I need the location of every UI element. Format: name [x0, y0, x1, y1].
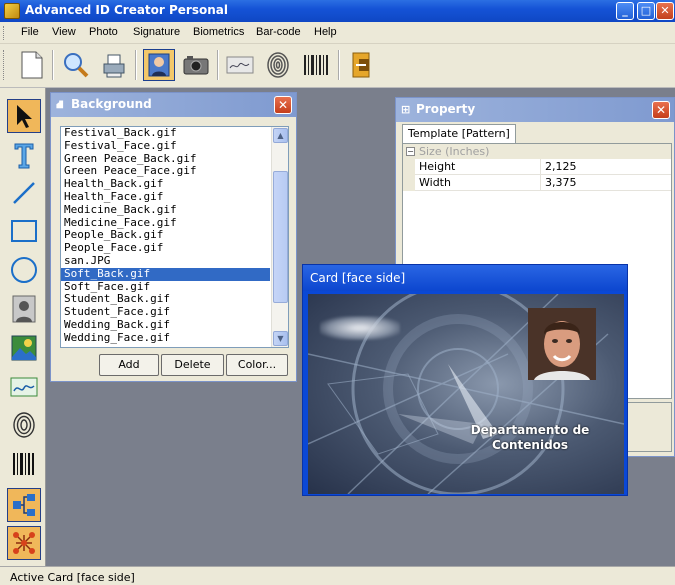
barcode-tool-icon[interactable] [7, 447, 41, 481]
fingerprint-tool-icon[interactable] [7, 408, 41, 442]
list-item[interactable]: Wedding_Face.gif [61, 331, 270, 345]
tool-palette [0, 88, 46, 566]
toolbar-separator [338, 50, 340, 80]
add-button[interactable]: Add [99, 354, 159, 376]
title-bar: Advanced ID Creator Personal _ □ ✕ [0, 0, 675, 22]
exit-icon[interactable] [346, 49, 378, 81]
toolbar-grip [3, 50, 6, 80]
status-text: Active Card [face side] [10, 571, 135, 584]
signature-icon[interactable] [224, 49, 256, 81]
status-bar: Active Card [face side] [0, 566, 675, 585]
maximize-button[interactable]: □ [637, 2, 655, 20]
property-panel-icon: ⊞ [401, 103, 411, 116]
category-label: Size (Inches) [419, 145, 490, 158]
property-value[interactable]: 3,375 [545, 175, 577, 190]
image-tool-icon[interactable] [7, 331, 41, 365]
app-icon [4, 3, 20, 19]
background-panel-title-bar: ⛘ Background ✕ [51, 93, 296, 117]
menu-file[interactable]: File [21, 26, 39, 38]
property-category[interactable]: − Size (Inches) [403, 144, 671, 159]
list-item[interactable]: Wedding_Back.gif [61, 318, 270, 332]
background-file-list[interactable]: Festival_Back.gif Festival_Face.gif Green … [60, 126, 289, 348]
rectangle-tool-icon[interactable] [7, 214, 41, 248]
property-panel-title-bar: ⊞ Property ✕ [396, 98, 674, 122]
card-name-placeholder [320, 316, 400, 340]
background-panel-icon: ⛘ [56, 98, 64, 111]
menu-biometrics[interactable]: Biometrics [193, 26, 244, 38]
pointer-tool-icon[interactable] [7, 99, 41, 133]
property-name: Height [403, 159, 541, 175]
collapse-icon[interactable]: − [406, 147, 415, 156]
menu-bar: File View Photo Signature Biometrics Bar… [0, 22, 675, 44]
structure-tool-icon[interactable] [7, 526, 41, 560]
list-item[interactable]: san.JPG [61, 254, 270, 268]
property-row-height[interactable]: Height 2,125 [403, 159, 671, 175]
background-panel: ⛘ Background ✕ Festival_Back.gif Festival… [50, 92, 297, 382]
signature-tool-icon[interactable] [7, 370, 41, 404]
card-department-text: Departamento de Contenidos [470, 423, 590, 452]
fingerprint-icon[interactable] [262, 49, 294, 81]
list-item[interactable]: Health_Face.gif [61, 190, 270, 204]
scroll-down-icon[interactable]: ▼ [273, 331, 288, 346]
card-face-preview[interactable]: Departamento de Contenidos [308, 294, 624, 494]
scroll-thumb[interactable] [273, 171, 288, 303]
toolbar-separator [217, 50, 219, 80]
new-document-icon[interactable] [16, 49, 48, 81]
card-window: Card [face side] Departamento de Conteni… [302, 264, 628, 496]
toolbar-separator [52, 50, 54, 80]
menu-barcode[interactable]: Bar-code [256, 26, 301, 38]
person-card-icon[interactable] [143, 49, 175, 81]
property-panel-close-button[interactable]: ✕ [652, 101, 670, 119]
text-tool-icon[interactable] [7, 138, 41, 172]
list-item[interactable]: Soft_Back.gif [61, 267, 270, 281]
menu-signature[interactable]: Signature [133, 26, 180, 38]
scroll-up-icon[interactable]: ▲ [273, 128, 288, 143]
menu-help[interactable]: Help [314, 26, 337, 38]
barcode-icon[interactable] [300, 49, 332, 81]
toolbar [0, 44, 675, 88]
minimize-button[interactable]: _ [616, 2, 634, 20]
property-row-width[interactable]: Width 3,375 [403, 175, 671, 191]
tab-template-pattern[interactable]: Template [Pattern] [402, 124, 516, 143]
search-icon[interactable] [60, 49, 92, 81]
layers-tool-icon[interactable] [7, 488, 41, 522]
background-panel-close-button[interactable]: ✕ [274, 96, 292, 114]
toolbar-separator [135, 50, 137, 80]
color-button[interactable]: Color... [226, 354, 288, 376]
photo-tool-icon[interactable] [7, 292, 41, 326]
menu-view[interactable]: View [52, 26, 76, 38]
menu-photo[interactable]: Photo [89, 26, 118, 38]
list-item[interactable]: Festival_Back.gif [61, 127, 270, 140]
menu-grip [3, 26, 6, 40]
card-window-title: Card [face side] [303, 265, 627, 291]
line-tool-icon[interactable] [7, 176, 41, 210]
close-button[interactable]: ✕ [656, 2, 674, 20]
file-list-scrollbar[interactable]: ▲ ▼ [271, 127, 288, 347]
card-photo[interactable] [528, 308, 596, 380]
property-panel-title: Property [416, 102, 476, 116]
list-item[interactable]: Medicine_Back.gif [61, 203, 270, 217]
window-title: Advanced ID Creator Personal [25, 3, 228, 17]
ellipse-tool-icon[interactable] [7, 253, 41, 287]
property-value[interactable]: 2,125 [545, 159, 577, 174]
delete-button[interactable]: Delete [161, 354, 224, 376]
print-icon[interactable] [98, 49, 130, 81]
camera-icon[interactable] [180, 49, 212, 81]
list-item[interactable]: Festival_Face.gif [61, 139, 270, 153]
file-list-items: Festival_Back.gif Festival_Face.gif Green … [61, 127, 270, 345]
background-panel-title: Background [71, 97, 152, 111]
property-name: Width [403, 175, 541, 191]
